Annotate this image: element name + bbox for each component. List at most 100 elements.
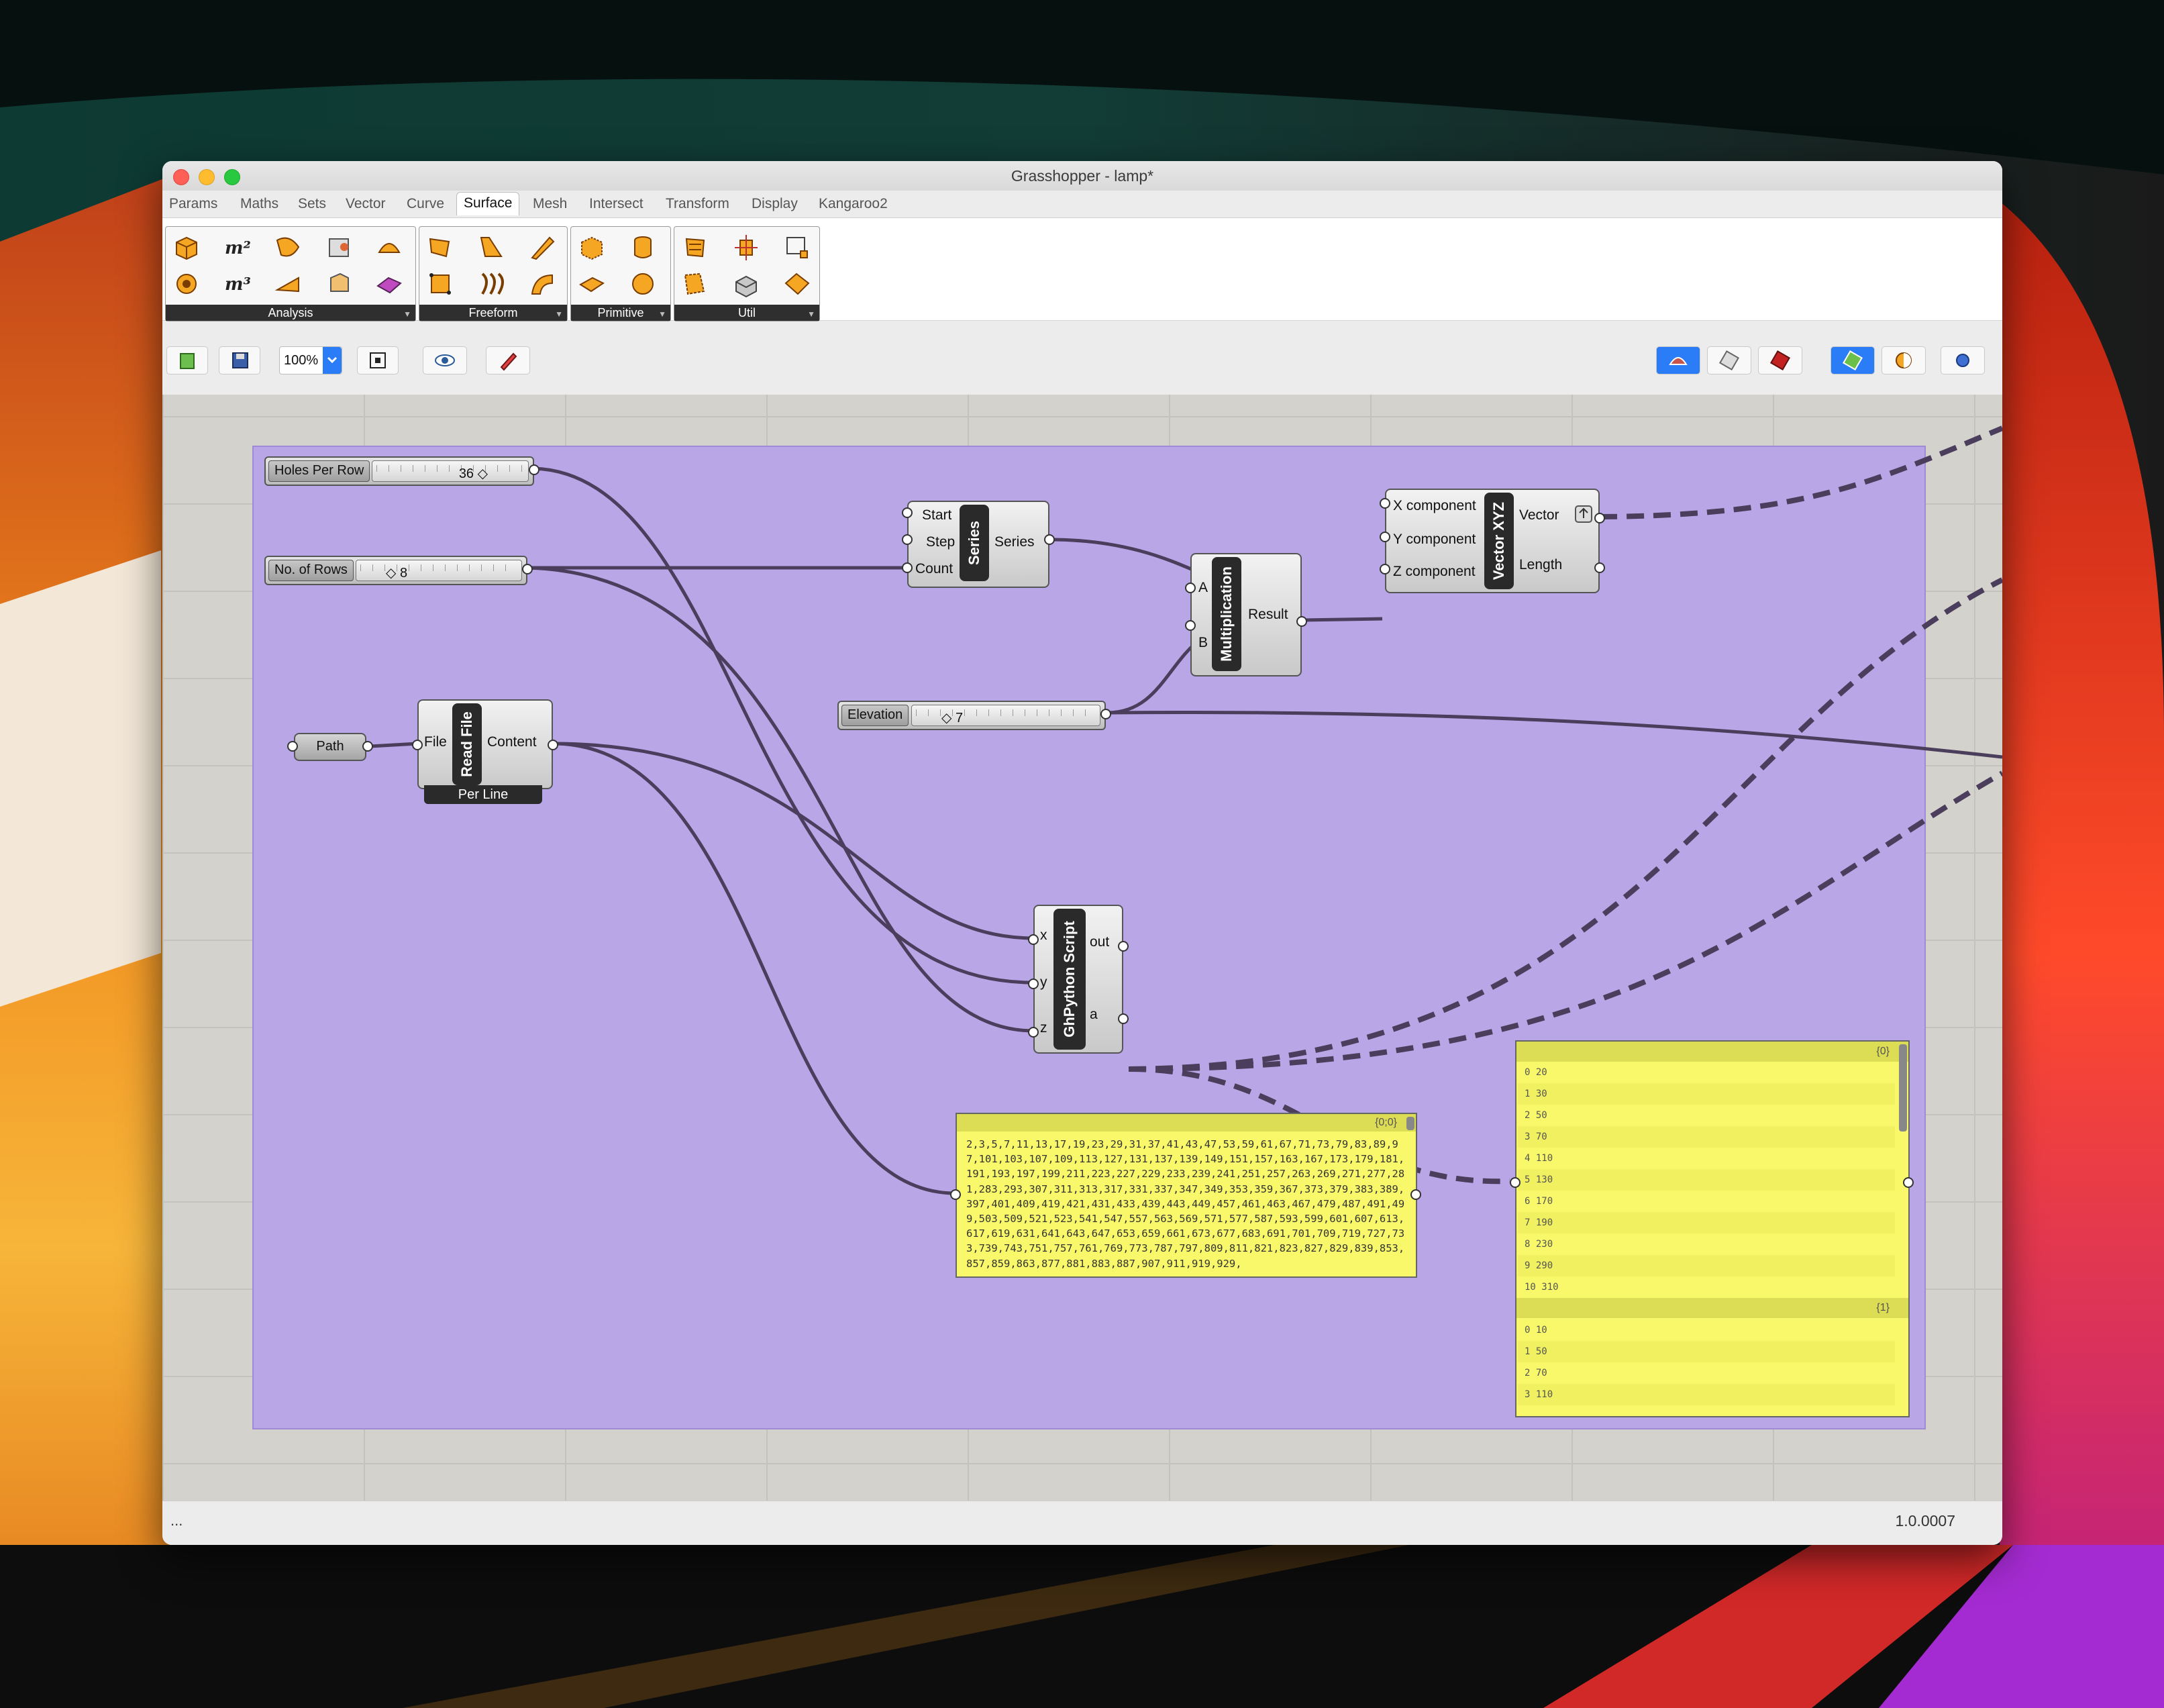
group-expand-icon[interactable]: ▼	[403, 309, 411, 319]
loft-icon[interactable]	[476, 232, 507, 263]
tab-display[interactable]: Display	[752, 196, 798, 212]
series-component[interactable]: Start Step Count Series Series	[907, 501, 1049, 588]
save-file-button[interactable]	[219, 346, 260, 374]
vector-xyz-component[interactable]: X component Y component Z component Vect…	[1385, 489, 1600, 593]
holes-per-row-slider[interactable]: Holes Per Row 36 ◇	[264, 456, 534, 486]
box-icon[interactable]	[171, 232, 202, 263]
plane-surface-icon[interactable]	[576, 268, 607, 299]
sketch-tool-button[interactable]	[486, 346, 530, 374]
input-port[interactable]	[1028, 1027, 1039, 1038]
tab-maths[interactable]: Maths	[240, 196, 278, 212]
output-port[interactable]	[1044, 534, 1055, 545]
sphere-preview-button[interactable]	[1941, 346, 1985, 374]
output-port[interactable]	[1100, 709, 1111, 719]
input-port[interactable]	[902, 562, 913, 573]
shape-in-brep-icon[interactable]	[171, 268, 202, 299]
input-port[interactable]	[1185, 583, 1196, 593]
tab-transform[interactable]: Transform	[666, 196, 729, 212]
display-mode-button[interactable]	[1831, 346, 1875, 374]
evaluate-icon[interactable]	[273, 232, 304, 263]
elevation-slider[interactable]: Elevation ◇ 7	[837, 701, 1106, 730]
group-expand-icon[interactable]: ▼	[555, 309, 563, 319]
cylinder-icon[interactable]	[627, 232, 658, 263]
zoom-level-select[interactable]: 100%	[279, 346, 342, 374]
input-port[interactable]	[1028, 978, 1039, 989]
input-port[interactable]	[1510, 1177, 1521, 1188]
panel-scrollbar[interactable]	[1899, 1044, 1907, 1132]
panel-scrollbar[interactable]	[1406, 1117, 1414, 1130]
area-icon[interactable]: m²	[222, 232, 253, 263]
output-port[interactable]	[1118, 1013, 1129, 1024]
dimensions-icon[interactable]	[374, 268, 405, 299]
divide-surface-icon[interactable]	[680, 232, 711, 263]
bounding-box-icon[interactable]	[576, 232, 607, 263]
extrude-icon[interactable]	[527, 232, 558, 263]
grasshopper-canvas[interactable]: Holes Per Row 36 ◇ No. of Rows ◇ 8 Eleva…	[162, 395, 2002, 1501]
input-port[interactable]	[1380, 498, 1390, 509]
slider-track[interactable]: ◇ 8	[356, 560, 522, 581]
output-port[interactable]	[548, 740, 558, 750]
preview-selected-button[interactable]	[1758, 346, 1802, 374]
input-port[interactable]	[902, 507, 913, 518]
sphere-icon[interactable]	[627, 268, 658, 299]
output-port[interactable]	[522, 564, 533, 574]
input-port[interactable]	[412, 740, 423, 750]
open-file-button[interactable]	[166, 346, 208, 374]
prime-numbers-panel[interactable]: {0;0} 2,3,5,7,11,13,17,19,23,29,31,37,41…	[956, 1113, 1417, 1278]
tab-curve[interactable]: Curve	[407, 196, 444, 212]
output-port[interactable]	[1118, 941, 1129, 952]
tab-sets[interactable]: Sets	[298, 196, 326, 212]
zoom-extents-button[interactable]	[357, 346, 399, 374]
input-port[interactable]	[287, 741, 298, 752]
slider-track[interactable]: 36 ◇	[372, 460, 529, 482]
preview-shaded-button[interactable]	[1707, 346, 1751, 374]
surface-frames-icon[interactable]	[731, 232, 762, 263]
point-in-brep-icon[interactable]	[273, 268, 304, 299]
input-port[interactable]	[902, 534, 913, 545]
copy-trim-icon[interactable]	[782, 268, 813, 299]
network-surface-icon[interactable]	[476, 268, 507, 299]
isotrim-icon[interactable]	[782, 232, 813, 263]
input-port[interactable]	[1185, 620, 1196, 631]
path-param[interactable]: Path	[294, 733, 366, 761]
multiplication-component[interactable]: A B Multiplication Result	[1190, 553, 1302, 676]
tab-params[interactable]: Params	[169, 196, 217, 212]
output-list-panel[interactable]: {0} 0 20 1 30 2 50 3 70 4 110 5 130 6 17…	[1515, 1040, 1910, 1417]
edge-surface-icon[interactable]	[425, 232, 456, 263]
preview-toggle-icon[interactable]	[1574, 505, 1593, 523]
tab-intersect[interactable]: Intersect	[589, 196, 643, 212]
tab-kangaroo2[interactable]: Kangaroo2	[819, 196, 888, 212]
surface-from-points-icon[interactable]	[425, 268, 456, 299]
deconstruct-icon[interactable]	[374, 232, 405, 263]
brep-edges-icon[interactable]	[324, 268, 355, 299]
output-port[interactable]	[1903, 1177, 1914, 1188]
ghpython-script-component[interactable]: x y z GhPython Script out a	[1033, 905, 1123, 1054]
document-preview-button[interactable]	[1882, 346, 1926, 374]
output-port[interactable]	[1594, 513, 1605, 523]
input-port[interactable]	[950, 1189, 961, 1200]
output-port[interactable]	[1410, 1189, 1421, 1200]
offset-surface-icon[interactable]	[680, 268, 711, 299]
input-port[interactable]	[1380, 564, 1390, 574]
output-port[interactable]	[1594, 562, 1605, 573]
chevron-down-icon[interactable]	[323, 347, 342, 374]
slider-track[interactable]: ◇ 7	[911, 705, 1100, 726]
output-port[interactable]	[362, 741, 373, 752]
brep-join-icon[interactable]	[731, 268, 762, 299]
input-port[interactable]	[1380, 532, 1390, 542]
tab-surface[interactable]: Surface	[456, 192, 520, 215]
output-port[interactable]	[529, 464, 539, 475]
read-file-component[interactable]: File Read File Content	[417, 699, 553, 789]
preview-wireframe-button[interactable]	[1656, 346, 1700, 374]
group-expand-icon[interactable]: ▼	[658, 309, 666, 319]
surface-closest-icon[interactable]	[324, 232, 355, 263]
tab-vector[interactable]: Vector	[346, 196, 386, 212]
output-port[interactable]	[1296, 616, 1307, 627]
no-of-rows-slider[interactable]: No. of Rows ◇ 8	[264, 556, 527, 585]
sweep-icon[interactable]	[527, 268, 558, 299]
volume-icon[interactable]: m³	[222, 268, 253, 299]
group-expand-icon[interactable]: ▼	[807, 309, 815, 319]
input-port[interactable]	[1028, 934, 1039, 945]
preview-toggle-button[interactable]	[423, 346, 467, 374]
tab-mesh[interactable]: Mesh	[533, 196, 567, 212]
